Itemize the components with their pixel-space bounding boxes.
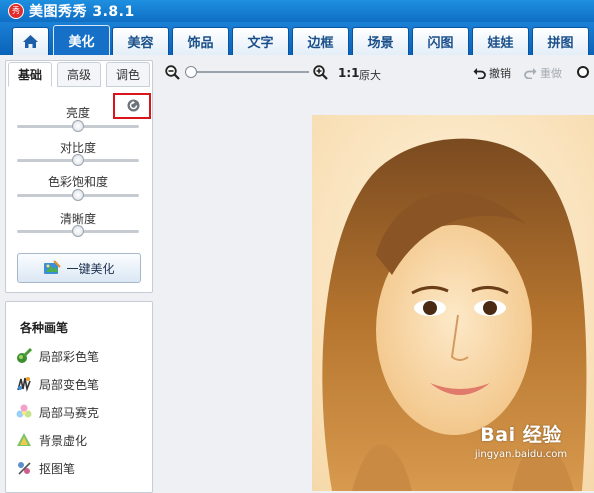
- contrast-slider[interactable]: [17, 154, 139, 166]
- reset-icon[interactable]: [127, 99, 140, 112]
- baidu-jingyan-watermark: Bai 经验 jingyan.baidu.com: [455, 420, 587, 480]
- brush-item-cutout[interactable]: 抠图笔: [16, 458, 75, 478]
- actual-size-button[interactable]: 原大: [359, 67, 381, 83]
- one-click-beautify-button[interactable]: 一键美化: [17, 253, 141, 283]
- blur-background-icon: [17, 433, 31, 446]
- tab-beautify[interactable]: 美化: [53, 25, 110, 55]
- brush-item-label: 局部变色笔: [39, 377, 100, 392]
- subtab-basic[interactable]: 基础: [8, 62, 52, 87]
- saturation-slider[interactable]: [17, 189, 139, 201]
- undo-label: 撤销: [489, 67, 511, 80]
- subtab-advanced[interactable]: 高级: [57, 62, 101, 87]
- brush-item-mosaic[interactable]: 局部马赛克: [16, 402, 99, 422]
- slider-knob[interactable]: [72, 225, 84, 237]
- mosaic-brush-icon: [16, 404, 32, 418]
- slider-knob[interactable]: [72, 120, 84, 132]
- brush-item-recolor[interactable]: 局部变色笔: [16, 374, 99, 394]
- reset-highlight: [113, 93, 151, 119]
- zoom-out-icon[interactable]: [165, 65, 180, 80]
- redo-button[interactable]: 重做: [524, 65, 562, 81]
- redo-label: 重做: [540, 67, 562, 80]
- zoom-in-icon[interactable]: [313, 65, 328, 80]
- home-icon: [23, 35, 38, 48]
- tab-text[interactable]: 文字: [232, 27, 289, 55]
- magic-wand-icon: [44, 260, 62, 274]
- zoom-slider-track: [185, 71, 309, 73]
- brush-item-label: 抠图笔: [39, 461, 76, 476]
- zoom-slider-knob[interactable]: [185, 66, 197, 78]
- actual-size-ratio[interactable]: 1:1: [338, 66, 360, 80]
- tab-accessories[interactable]: 饰品: [172, 27, 229, 55]
- app-title: 美图秀秀 3.8.1: [29, 4, 135, 20]
- brush-item-label: 局部马赛克: [39, 405, 100, 420]
- sharpness-slider[interactable]: [17, 225, 139, 237]
- tab-frame[interactable]: 边框: [292, 27, 349, 55]
- zoom-slider[interactable]: [185, 66, 309, 78]
- brush-panel: 各种画笔 局部彩色笔 局部变色笔 局部马赛克 背景虚化 抠图笔: [5, 301, 153, 493]
- tab-scene[interactable]: 场景: [352, 27, 409, 55]
- undo-button[interactable]: 撤销: [473, 65, 511, 81]
- tab-beauty[interactable]: 美容: [112, 27, 169, 55]
- watermark-brand: Bai 经验: [480, 424, 562, 446]
- brightness-slider[interactable]: [17, 120, 139, 132]
- main-tab-bar: 美化 美容 饰品 文字 边框 场景 闪图 娃娃 拼图: [0, 22, 594, 55]
- tab-doll[interactable]: 娃娃: [472, 27, 529, 55]
- recolor-brush-icon: [17, 377, 31, 392]
- brush-item-label: 背景虚化: [39, 433, 88, 448]
- title-bar: 秀 美图秀秀 3.8.1: [0, 0, 594, 22]
- redo-icon: [524, 68, 537, 79]
- brush-panel-title: 各种画笔: [20, 321, 69, 335]
- brush-item-color[interactable]: 局部彩色笔: [16, 346, 99, 366]
- tab-flash[interactable]: 闪图: [412, 27, 469, 55]
- color-brush-icon: [17, 348, 32, 363]
- slider-knob[interactable]: [72, 154, 84, 166]
- tab-collage[interactable]: 拼图: [532, 27, 589, 55]
- panel-subtabs: 基础 高级 调色: [6, 61, 152, 87]
- home-tab[interactable]: [12, 27, 49, 55]
- undo-icon: [473, 68, 486, 79]
- brush-item-label: 局部彩色笔: [39, 349, 100, 364]
- brush-item-blur[interactable]: 背景虚化: [16, 430, 87, 450]
- cutout-brush-icon: [18, 462, 31, 475]
- subtab-color-tone[interactable]: 调色: [106, 62, 150, 87]
- beautify-button-label: 一键美化: [66, 261, 115, 276]
- app-logo: 秀: [8, 3, 24, 19]
- slider-knob[interactable]: [72, 189, 84, 201]
- more-options-icon[interactable]: [577, 66, 589, 78]
- saturation-label: 色彩饱和度: [47, 175, 108, 189]
- watermark-url: jingyan.baidu.com: [474, 449, 568, 460]
